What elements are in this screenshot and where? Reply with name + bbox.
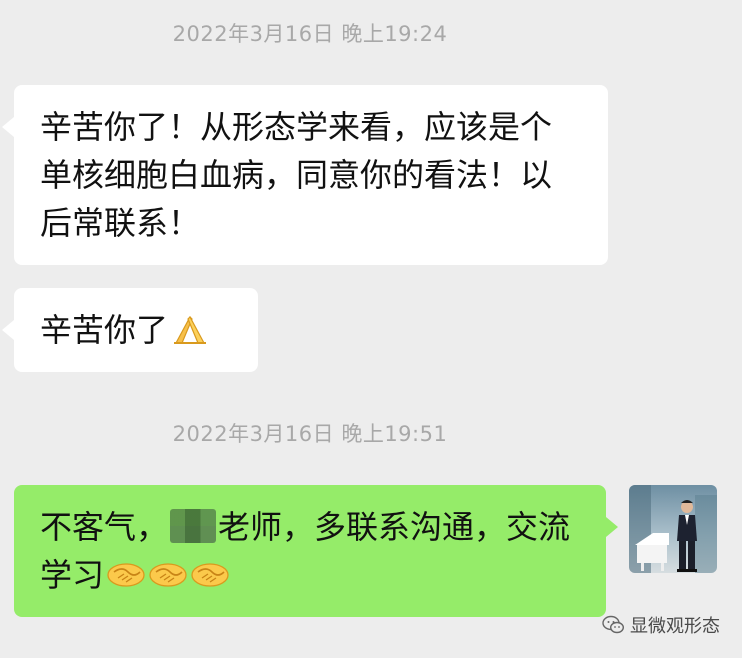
handshake-emoji-icon [149,563,187,587]
message-text: 不客气， [40,508,169,546]
message-text: 辛苦你了！从形态学来看，应该是个单核细胞白血病，同意你的看法！以后常联系！ [40,108,553,242]
message-timestamp: 2022年3月16日 晚上19:51 [172,422,448,446]
handshake-emoji-icon [107,563,145,587]
avatar-photo-icon [629,485,717,573]
incoming-message-bubble[interactable]: 辛苦你了！从形态学来看，应该是个单核细胞白血病，同意你的看法！以后常联系！ [2,85,608,265]
folded-hands-emoji-icon [174,316,207,344]
handshake-emoji-icon [191,563,229,587]
incoming-message-bubble[interactable]: 辛苦你了 [2,288,258,372]
sender-avatar[interactable] [629,485,717,573]
account-watermark: 显微观形态 [602,612,720,638]
wechat-icon [602,615,624,634]
outgoing-message-bubble[interactable]: 不客气， 老师，多联系沟通，交流学习 [14,485,618,617]
redacted-name-blur [170,509,217,543]
watermark-text: 显微观形态 [630,616,720,637]
message-text: 辛苦你了 [40,311,169,349]
message-timestamp: 2022年3月16日 晚上19:24 [172,22,448,46]
